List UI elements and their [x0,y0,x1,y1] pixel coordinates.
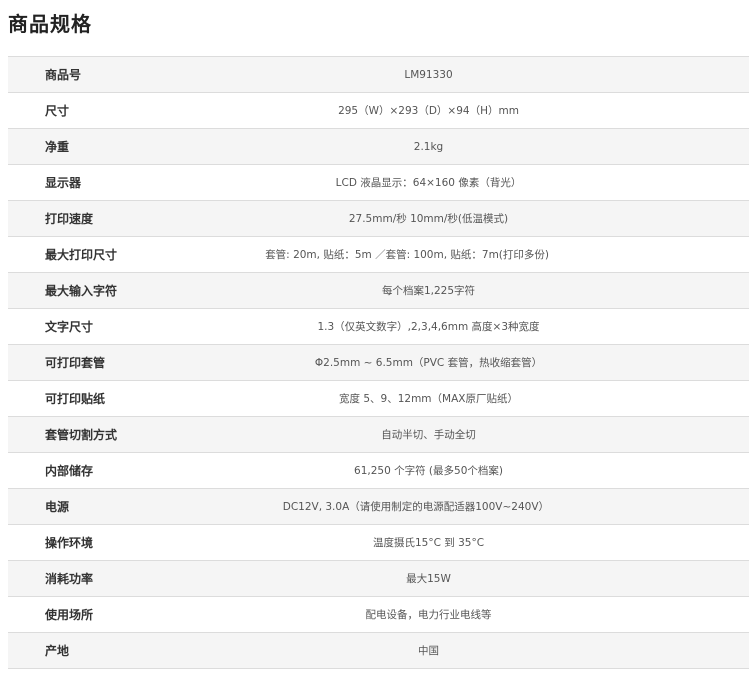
spec-row-usage-location: 使用场所 配电设备，电力行业电线等 [8,597,749,633]
spec-label: 可打印贴纸 [45,392,106,406]
page-title: 商品规格 [8,12,92,36]
spec-label: 净重 [45,140,70,154]
spec-value: 每个档案1,225字符 [381,285,476,297]
spec-label: 打印速度 [45,212,94,226]
spec-value: DC12V, 3.0A（请使用制定的电源配适器100V~240V） [282,501,549,513]
spec-value: 2.1kg [413,140,444,153]
spec-row-origin: 产地 中国 [8,633,749,669]
spec-value: 自动半切、手动全切 [381,429,476,441]
spec-label: 最大输入字符 [45,284,118,298]
spec-label: 电源 [45,500,70,514]
spec-label: 内部储存 [45,464,94,478]
spec-row-text-size: 文字尺寸 1.3（仅英文数字）,2,3,4,6mm 高度×3种宽度 [8,309,749,345]
spec-label: 套管切割方式 [45,428,118,442]
spec-row-max-print-size: 最大打印尺寸 套管: 20m, 贴纸：5m ／套管: 100m, 贴纸：7m(打… [8,237,749,273]
spec-label: 最大打印尺寸 [45,248,118,262]
spec-value: 最大15W [406,573,451,585]
spec-value: 温度摄氏15°C 到 35°C [372,537,485,549]
spec-value: 中国 [418,645,439,657]
spec-row-printable-tubes: 可打印套管 Φ2.5mm ~ 6.5mm（PVC 套管，热收缩套管） [8,345,749,381]
spec-row-product-number: 商品号 LM91330 [8,57,749,93]
spec-table: 商品号 LM91330 尺寸 295（W）×293（D）×94（H）mm 净重 … [8,56,749,669]
spec-label: 产地 [45,644,70,658]
spec-label: 使用场所 [45,608,94,622]
spec-row-max-input-chars: 最大输入字符 每个档案1,225字符 [8,273,749,309]
spec-value: 27.5mm/秒 10mm/秒(低温模式) [348,213,509,225]
spec-label: 消耗功率 [45,572,94,586]
spec-row-print-speed: 打印速度 27.5mm/秒 10mm/秒(低温模式) [8,201,749,237]
spec-label: 文字尺寸 [45,320,94,334]
spec-value: Φ2.5mm ~ 6.5mm（PVC 套管，热收缩套管） [314,357,543,369]
spec-value: 1.3（仅英文数字）,2,3,4,6mm 高度×3种宽度 [317,321,540,333]
spec-value: 配电设备，电力行业电线等 [365,609,492,621]
spec-label: 显示器 [45,176,82,190]
spec-row-dimensions: 尺寸 295（W）×293（D）×94（H）mm [8,93,749,129]
spec-label: 可打印套管 [45,356,106,370]
spec-value: 宽度 5、9、12mm（MAX原厂贴纸） [339,393,518,405]
spec-row-operating-environment: 操作环境 温度摄氏15°C 到 35°C [8,525,749,561]
spec-value: 套管: 20m, 贴纸：5m ／套管: 100m, 贴纸：7m(打印多份) [265,249,549,261]
spec-row-cutting-method: 套管切割方式 自动半切、手动全切 [8,417,749,453]
spec-label: 商品号 [45,68,82,82]
spec-row-net-weight: 净重 2.1kg [8,129,749,165]
spec-value: 295（W）×293（D）×94（H）mm [338,105,519,117]
spec-value: 61,250 个字符 (最多50个档案) [354,465,503,477]
spec-row-power-supply: 电源 DC12V, 3.0A（请使用制定的电源配适器100V~240V） [8,489,749,525]
spec-value: LM91330 [404,68,453,81]
spec-row-printable-labels: 可打印贴纸 宽度 5、9、12mm（MAX原厂贴纸） [8,381,749,417]
spec-row-internal-storage: 内部储存 61,250 个字符 (最多50个档案) [8,453,749,489]
spec-label: 操作环境 [45,536,94,550]
spec-row-display: 显示器 LCD 液晶显示：64×160 像素（背光） [8,165,749,201]
spec-label: 尺寸 [45,104,70,118]
spec-row-power-consumption: 消耗功率 最大15W [8,561,749,597]
spec-value: LCD 液晶显示：64×160 像素（背光） [335,177,522,189]
